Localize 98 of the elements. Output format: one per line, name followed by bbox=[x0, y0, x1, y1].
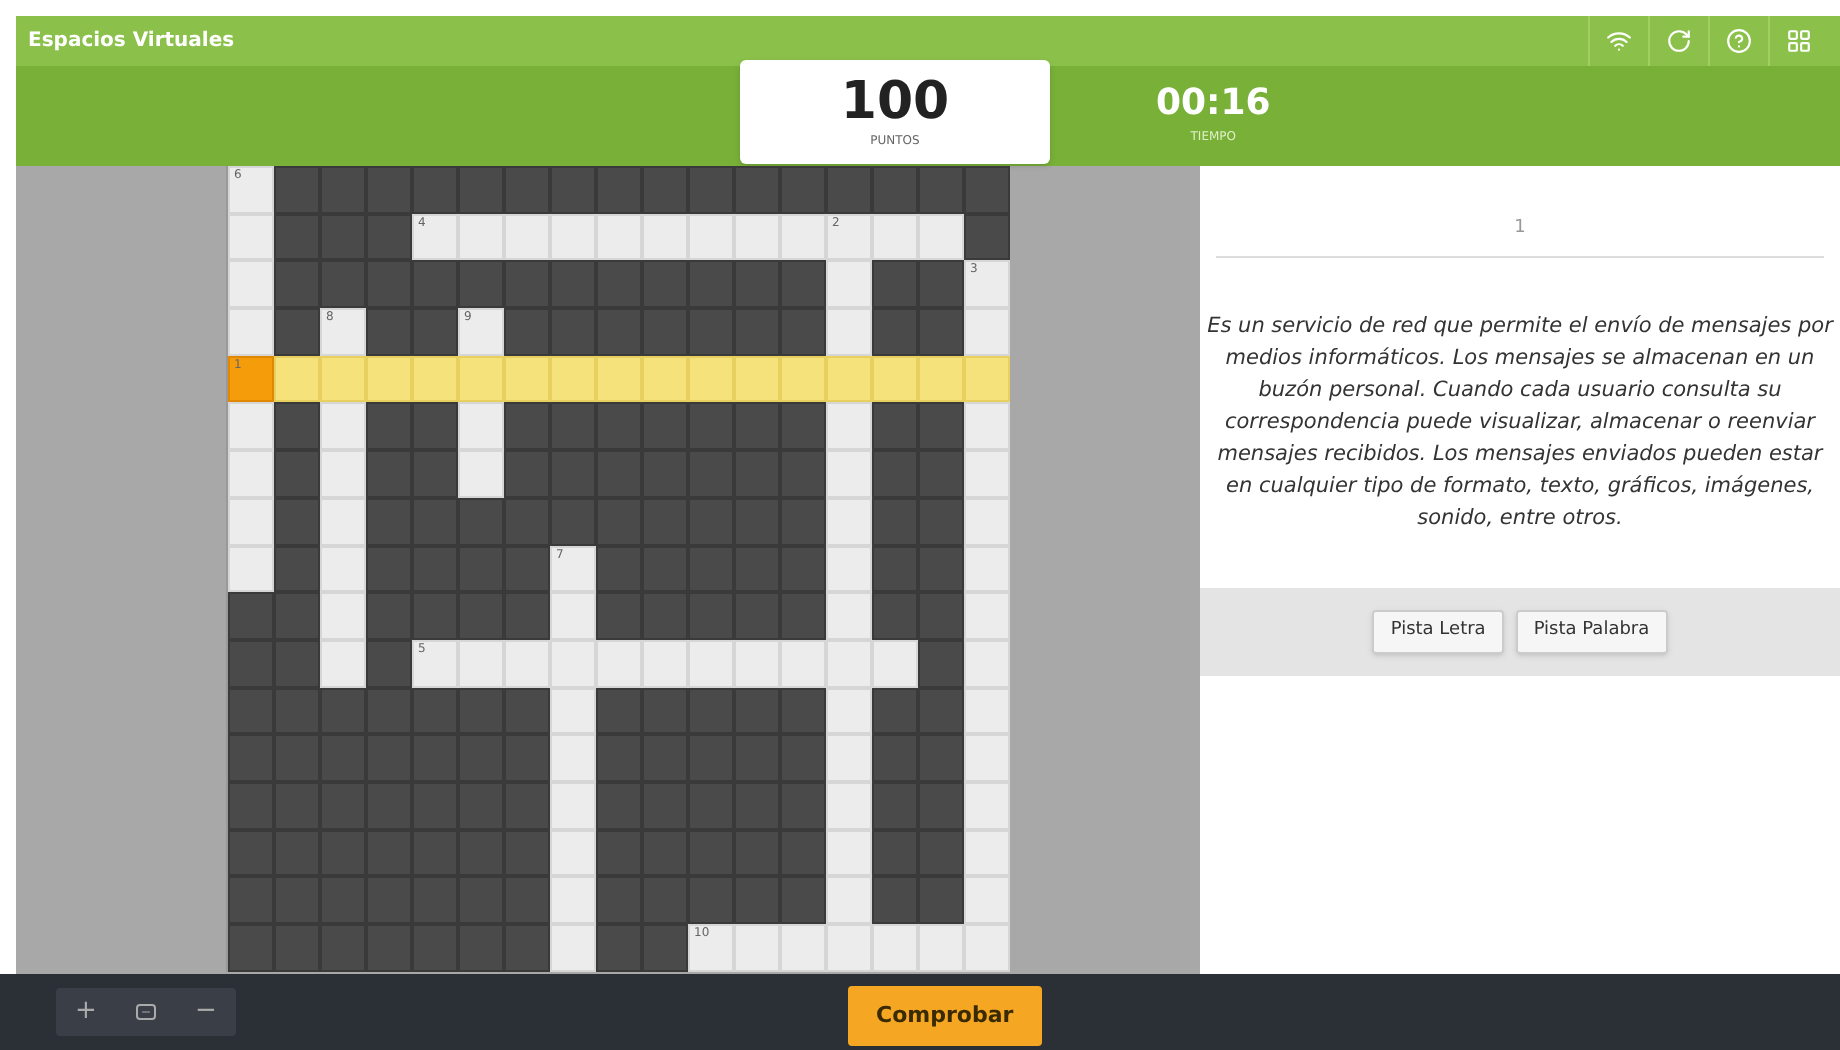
letter-cell[interactable] bbox=[734, 213, 780, 261]
letter-cell[interactable] bbox=[964, 355, 1010, 403]
letter-cell[interactable] bbox=[918, 924, 964, 972]
letter-cell[interactable] bbox=[596, 213, 642, 261]
letter-cell[interactable] bbox=[734, 355, 780, 403]
letter-cell[interactable] bbox=[688, 355, 734, 403]
letter-cell[interactable] bbox=[366, 355, 412, 403]
letter-cell[interactable] bbox=[826, 781, 872, 830]
letter-cell[interactable] bbox=[228, 308, 274, 356]
letter-cell[interactable] bbox=[688, 639, 734, 688]
letter-cell[interactable] bbox=[688, 213, 734, 261]
letter-cell[interactable] bbox=[642, 639, 688, 688]
letter-cell[interactable] bbox=[550, 355, 596, 403]
letter-cell[interactable] bbox=[458, 355, 504, 403]
zoom-in-button[interactable]: + bbox=[56, 988, 116, 1036]
letter-cell[interactable] bbox=[458, 402, 504, 451]
letter-cell[interactable] bbox=[826, 450, 872, 498]
timer-value: 00:16 bbox=[1156, 86, 1271, 122]
letter-cell[interactable] bbox=[228, 402, 274, 451]
letter-cell[interactable] bbox=[964, 592, 1010, 640]
letter-cell[interactable] bbox=[550, 687, 596, 735]
letter-cell[interactable] bbox=[320, 402, 366, 451]
letter-cell[interactable] bbox=[964, 781, 1010, 830]
letter-cell[interactable] bbox=[872, 924, 918, 972]
letter-cell[interactable] bbox=[872, 639, 918, 688]
letter-cell[interactable] bbox=[826, 876, 872, 924]
letter-cell[interactable] bbox=[228, 545, 274, 593]
letter-cell[interactable] bbox=[320, 639, 366, 688]
clue-number-label: 1 bbox=[1514, 216, 1526, 242]
letter-cell[interactable] bbox=[826, 687, 872, 735]
letter-cell[interactable] bbox=[550, 781, 596, 830]
letter-cell[interactable] bbox=[826, 260, 872, 309]
letter-cell[interactable] bbox=[826, 829, 872, 877]
letter-cell[interactable] bbox=[964, 924, 1010, 972]
zoom-out-button[interactable]: − bbox=[176, 988, 236, 1036]
letter-cell[interactable] bbox=[550, 734, 596, 782]
letter-cell[interactable] bbox=[826, 592, 872, 640]
clue-text: Es un servicio de red que permite el envío de mensajes por medios informáticos. Los mensajes se almacenan en un buzón personal. Cuando cada usuario consulta su correspondencia puede visualizar, almacenar o reenviar mensajes recibidos. Los mensajes enviados pueden estar en cualquier tipo de formato, texto, gráficos, imágenes, sonido, entre otros. bbox=[1205, 312, 1836, 534]
letter-cell[interactable] bbox=[458, 450, 504, 498]
letter-cell[interactable] bbox=[734, 924, 780, 972]
letter-cell[interactable] bbox=[228, 450, 274, 498]
letter-cell[interactable] bbox=[964, 402, 1010, 451]
letter-cell[interactable] bbox=[826, 924, 872, 972]
letter-cell[interactable] bbox=[504, 355, 550, 403]
letter-cell[interactable] bbox=[320, 355, 366, 403]
score-value: 100 bbox=[840, 75, 950, 127]
letter-cell[interactable] bbox=[504, 213, 550, 261]
letter-cell[interactable] bbox=[734, 639, 780, 688]
letter-cell[interactable] bbox=[964, 450, 1010, 498]
letter-cell[interactable] bbox=[458, 213, 504, 261]
letter-cell[interactable] bbox=[872, 355, 918, 403]
letter-cell[interactable] bbox=[964, 497, 1010, 545]
letter-cell[interactable] bbox=[826, 639, 872, 688]
letter-cell[interactable] bbox=[918, 355, 964, 403]
letter-cell[interactable] bbox=[964, 829, 1010, 877]
hint-button[interactable]: Pista Palabra bbox=[1515, 609, 1668, 653]
letter-cell[interactable] bbox=[826, 497, 872, 545]
letter-cell[interactable] bbox=[274, 355, 320, 403]
hint-button[interactable]: Pista Letra bbox=[1372, 609, 1504, 653]
letter-cell[interactable] bbox=[458, 639, 504, 688]
letter-cell[interactable] bbox=[320, 450, 366, 498]
letter-cell[interactable] bbox=[504, 639, 550, 688]
letter-cell[interactable] bbox=[826, 355, 872, 403]
letter-cell[interactable] bbox=[596, 639, 642, 688]
letter-cell[interactable] bbox=[412, 355, 458, 403]
letter-cell[interactable] bbox=[228, 497, 274, 545]
letter-cell[interactable] bbox=[550, 213, 596, 261]
letter-cell[interactable] bbox=[642, 213, 688, 261]
letter-cell[interactable] bbox=[550, 924, 596, 972]
letter-cell[interactable] bbox=[228, 260, 274, 309]
letter-cell[interactable] bbox=[550, 592, 596, 640]
letter-cell[interactable] bbox=[780, 924, 826, 972]
letter-cell[interactable] bbox=[320, 497, 366, 545]
letter-cell[interactable] bbox=[918, 213, 964, 261]
letter-cell[interactable] bbox=[964, 734, 1010, 782]
letter-cell[interactable] bbox=[780, 355, 826, 403]
letter-cell[interactable] bbox=[964, 308, 1010, 356]
letter-cell[interactable] bbox=[964, 545, 1010, 593]
letter-cell[interactable] bbox=[320, 592, 366, 640]
letter-cell[interactable] bbox=[964, 876, 1010, 924]
letter-cell[interactable] bbox=[826, 308, 872, 356]
letter-cell[interactable] bbox=[550, 829, 596, 877]
app-title: Espacios Virtuales bbox=[28, 28, 235, 56]
letter-cell[interactable] bbox=[964, 639, 1010, 688]
letter-cell[interactable] bbox=[826, 402, 872, 451]
letter-cell[interactable] bbox=[550, 876, 596, 924]
letter-cell[interactable] bbox=[320, 545, 366, 593]
letter-cell[interactable] bbox=[964, 687, 1010, 735]
letter-cell[interactable] bbox=[872, 213, 918, 261]
letter-cell[interactable] bbox=[596, 355, 642, 403]
letter-cell[interactable] bbox=[826, 734, 872, 782]
letter-cell[interactable] bbox=[550, 639, 596, 688]
letter-cell[interactable] bbox=[642, 355, 688, 403]
letter-cell[interactable] bbox=[228, 213, 274, 261]
check-button[interactable]: Comprobar bbox=[848, 986, 1042, 1046]
letter-cell[interactable] bbox=[826, 545, 872, 593]
letter-cell[interactable] bbox=[780, 213, 826, 261]
letter-cell[interactable] bbox=[780, 639, 826, 688]
